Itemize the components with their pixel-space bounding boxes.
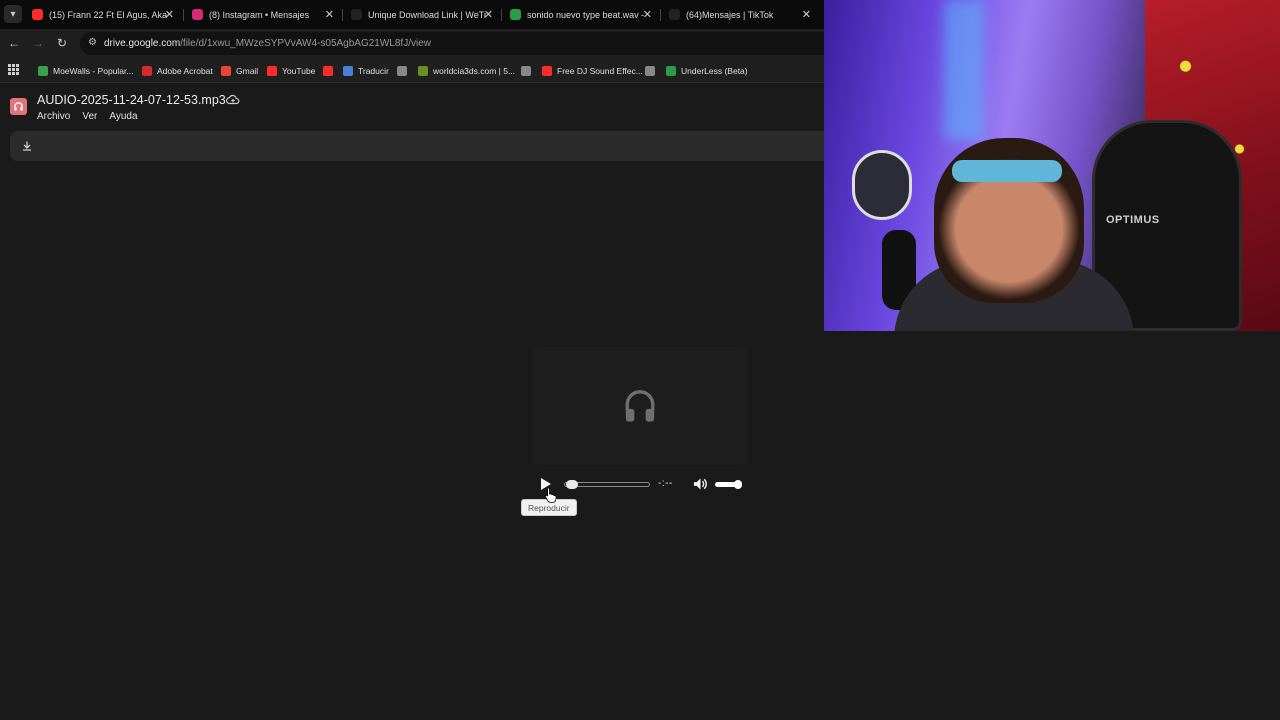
plush-toy bbox=[852, 150, 912, 220]
bookmark-label: Traducir bbox=[358, 65, 389, 76]
google-drive-icon bbox=[510, 9, 521, 20]
bookmark-favicon-icon bbox=[142, 65, 152, 76]
volume-slider[interactable] bbox=[715, 480, 742, 489]
tab-strip: ▾ (15) Frann 22 Ft El Agus, Akatec ✕ (8) I… bbox=[0, 0, 824, 29]
seek-slider[interactable] bbox=[564, 480, 650, 489]
youtube-icon bbox=[32, 9, 43, 20]
download-icon[interactable] bbox=[21, 140, 33, 152]
webcam-overlay: OPTIMUS bbox=[824, 0, 1280, 331]
menu-ver[interactable]: Ver bbox=[82, 111, 97, 122]
browser-tab[interactable]: Unique Download Link | WeTra ✕ bbox=[345, 2, 499, 27]
bookmark-favicon-icon bbox=[221, 65, 231, 76]
bookmark-favicon-icon bbox=[38, 65, 48, 76]
back-arrow-icon[interactable]: ← bbox=[6, 35, 22, 51]
bookmark-item[interactable] bbox=[645, 63, 660, 78]
bookmark-item[interactable]: Traducir bbox=[343, 63, 389, 78]
bookmark-item[interactable]: Adobe Acrobat bbox=[142, 63, 213, 78]
person-bandana bbox=[952, 160, 1062, 182]
bookmark-label: UnderLess (Beta) bbox=[681, 65, 748, 76]
player-controls: -:-- bbox=[533, 472, 747, 496]
bookmark-label: Gmail bbox=[236, 65, 259, 76]
tab-title: (64)Mensajes | TikTok bbox=[686, 9, 774, 20]
seek-thumb[interactable] bbox=[566, 480, 578, 489]
browser-toolbar: ← → ↻ ⚙ drive.google.com/file/d/1xwu_MWz… bbox=[0, 29, 824, 58]
bookmark-favicon-icon bbox=[397, 65, 407, 76]
menu-ayuda[interactable]: Ayuda bbox=[109, 111, 137, 122]
bookmark-item[interactable]: worldcia3ds.com | 5... bbox=[418, 63, 515, 78]
bookmark-favicon-icon bbox=[343, 65, 353, 76]
browser-tab[interactable]: (64)Mensajes | TikTok ✕ bbox=[663, 2, 817, 27]
menu-archivo[interactable]: Archivo bbox=[37, 111, 70, 122]
bookmark-favicon-icon bbox=[323, 65, 333, 76]
bookmark-item[interactable] bbox=[323, 63, 338, 78]
instagram-icon bbox=[192, 9, 203, 20]
volume-icon[interactable] bbox=[693, 477, 708, 491]
bookmark-favicon-icon bbox=[645, 65, 655, 76]
drive-file-header: AUDIO-2025-11-24-07-12-53.mp3 Archivo Ve… bbox=[0, 84, 824, 130]
chair-logo: OPTIMUS bbox=[1106, 214, 1160, 226]
menu-bar: Archivo Ver Ayuda bbox=[37, 111, 138, 122]
bookmark-label: MoeWalls - Popular... bbox=[53, 65, 134, 76]
bookmark-label: Adobe Acrobat bbox=[157, 65, 213, 76]
time-display: -:-- bbox=[658, 478, 673, 489]
bookmark-label: worldcia3ds.com | 5... bbox=[433, 65, 516, 76]
browser-tab[interactable]: sonido nuevo type beat.wav - G ✕ bbox=[504, 2, 658, 27]
bookmarks-bar: MoeWalls - Popular... Adobe Acrobat Gmail Y… bbox=[0, 58, 824, 83]
tiktok-icon bbox=[669, 9, 680, 20]
bookmark-item[interactable]: UnderLess (Beta) bbox=[666, 63, 748, 78]
url-text[interactable]: drive.google.com/file/d/1xwu_MWzeSYPVvAW… bbox=[104, 38, 431, 49]
forward-arrow-icon[interactable]: → bbox=[30, 35, 46, 51]
tab-separator bbox=[342, 9, 343, 21]
browser-tab[interactable]: (8) Instagram • Mensajes ✕ bbox=[186, 2, 340, 27]
close-tab-icon[interactable]: ✕ bbox=[802, 8, 811, 21]
tab-title: sonido nuevo type beat.wav - G bbox=[527, 9, 645, 20]
bookmark-item[interactable] bbox=[397, 63, 412, 78]
tab-title: (8) Instagram • Mensajes bbox=[209, 9, 310, 20]
site-info-icon[interactable]: ⚙ bbox=[88, 37, 97, 48]
tab-title: (15) Frann 22 Ft El Agus, Akatec bbox=[49, 9, 167, 20]
bookmark-favicon-icon bbox=[418, 65, 428, 76]
bookmark-item[interactable]: YouTube bbox=[267, 63, 315, 78]
bookmark-favicon-icon bbox=[521, 65, 531, 76]
bookmark-favicon-icon bbox=[666, 65, 676, 76]
close-tab-icon[interactable]: ✕ bbox=[484, 8, 493, 21]
wetransfer-icon bbox=[351, 9, 362, 20]
volume-thumb[interactable] bbox=[734, 480, 742, 489]
bookmark-favicon-icon bbox=[267, 65, 277, 76]
action-bar bbox=[10, 131, 824, 161]
close-tab-icon[interactable]: ✕ bbox=[165, 8, 174, 21]
tab-separator bbox=[501, 9, 502, 21]
bookmark-label: YouTube bbox=[282, 65, 316, 76]
close-tab-icon[interactable]: ✕ bbox=[643, 8, 652, 21]
bookmark-item[interactable]: Free DJ Sound Effec... bbox=[542, 63, 643, 78]
bookmark-item[interactable] bbox=[521, 63, 536, 78]
audio-file-icon bbox=[10, 98, 27, 115]
tab-search-button[interactable]: ▾ bbox=[4, 5, 22, 23]
tab-title: Unique Download Link | WeTra bbox=[368, 9, 486, 20]
add-shortcut-icon[interactable] bbox=[226, 93, 240, 107]
headphones-icon bbox=[625, 390, 655, 422]
file-title: AUDIO-2025-11-24-07-12-53.mp3 bbox=[37, 93, 226, 107]
reload-icon[interactable]: ↻ bbox=[54, 35, 70, 51]
mouse-pointer-icon bbox=[544, 487, 556, 503]
tab-separator bbox=[660, 9, 661, 21]
bookmark-label: Free DJ Sound Effec... bbox=[557, 65, 643, 76]
bookmark-item[interactable]: Gmail bbox=[221, 63, 258, 78]
bookmark-item[interactable]: MoeWalls - Popular... bbox=[38, 63, 133, 78]
close-tab-icon[interactable]: ✕ bbox=[325, 8, 334, 21]
bookmark-favicon-icon bbox=[542, 65, 552, 76]
audio-player bbox=[533, 347, 747, 465]
apps-grid-icon[interactable] bbox=[8, 64, 19, 75]
tab-separator bbox=[183, 9, 184, 21]
address-bar[interactable]: ⚙ drive.google.com/file/d/1xwu_MWzeSYPVv… bbox=[80, 32, 824, 55]
browser-tab[interactable]: (15) Frann 22 Ft El Agus, Akatec ✕ bbox=[26, 2, 180, 27]
